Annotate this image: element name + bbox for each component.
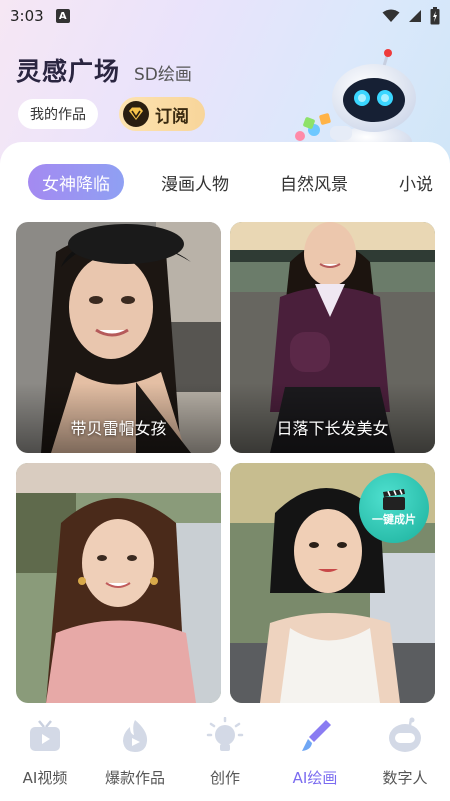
- badge-label: 一键成片: [372, 513, 416, 526]
- my-works-label: 我的作品: [30, 107, 86, 123]
- wifi-icon: [382, 9, 400, 22]
- content-sheet: 女神降临 漫画人物 自然风景 小说 带贝雷帽女孩 日落下长发美女 一键成片: [0, 142, 450, 703]
- nav-label: AI视频: [22, 769, 68, 787]
- nav-label: AI绘画: [292, 769, 338, 787]
- page-title: 灵感广场: [16, 57, 121, 86]
- status-bar: 3:03 A: [0, 0, 450, 32]
- paintbrush-icon: [302, 720, 331, 751]
- subscribe-button[interactable]: 订阅: [119, 97, 205, 131]
- nav-digital-human[interactable]: 数字人: [360, 717, 450, 801]
- tab-goddess[interactable]: 女神降临: [28, 164, 124, 200]
- nav-ai-video[interactable]: AI视频: [0, 717, 90, 801]
- page-subtitle: SD绘画: [134, 65, 192, 85]
- artwork-card[interactable]: 日落下长发美女: [230, 222, 435, 453]
- robot-mascot-icon: [295, 49, 416, 154]
- nav-create[interactable]: 创作: [180, 717, 270, 801]
- subscribe-label: 订阅: [155, 106, 189, 127]
- tv-icon: [30, 720, 60, 751]
- signal-icon: [409, 10, 421, 22]
- nav-label: 创作: [209, 769, 240, 787]
- tab-novel[interactable]: 小说: [385, 164, 447, 200]
- fire-icon: [123, 720, 148, 752]
- tab-nature-scenery[interactable]: 自然风景: [266, 164, 362, 200]
- robot-head-icon: [389, 717, 421, 752]
- vip-diamond-icon: [123, 101, 149, 127]
- nav-ai-painting[interactable]: AI绘画: [270, 717, 360, 801]
- nav-label: 爆款作品: [104, 769, 165, 787]
- artwork-card[interactable]: [16, 463, 221, 703]
- artwork-card[interactable]: 带贝雷帽女孩: [16, 222, 221, 453]
- status-time: 3:03: [10, 7, 44, 25]
- artwork-image-pink-sweater-girl: [16, 463, 221, 703]
- artwork-card[interactable]: 一键成片: [230, 463, 435, 703]
- card-caption: 带贝雷帽女孩: [70, 419, 167, 438]
- notification-icon: A: [55, 9, 70, 23]
- my-works-button[interactable]: 我的作品: [18, 99, 98, 129]
- nav-popular-works[interactable]: 爆款作品: [90, 717, 180, 801]
- lightbulb-icon: [206, 717, 244, 751]
- tab-comic-characters[interactable]: 漫画人物: [147, 164, 243, 200]
- bottom-nav: AI视频 爆款作品 创作 AI绘画 数字人: [0, 703, 450, 801]
- one-click-video-badge[interactable]: 一键成片: [359, 473, 429, 543]
- battery-icon: [430, 7, 440, 25]
- nav-label: 数字人: [382, 769, 428, 787]
- card-caption: 日落下长发美女: [276, 419, 389, 438]
- clapperboard-icon: [383, 489, 405, 510]
- category-tabs: 女神降临 漫画人物 自然风景 小说: [0, 162, 450, 202]
- header-title-row: 灵感广场 SD绘画: [16, 52, 192, 90]
